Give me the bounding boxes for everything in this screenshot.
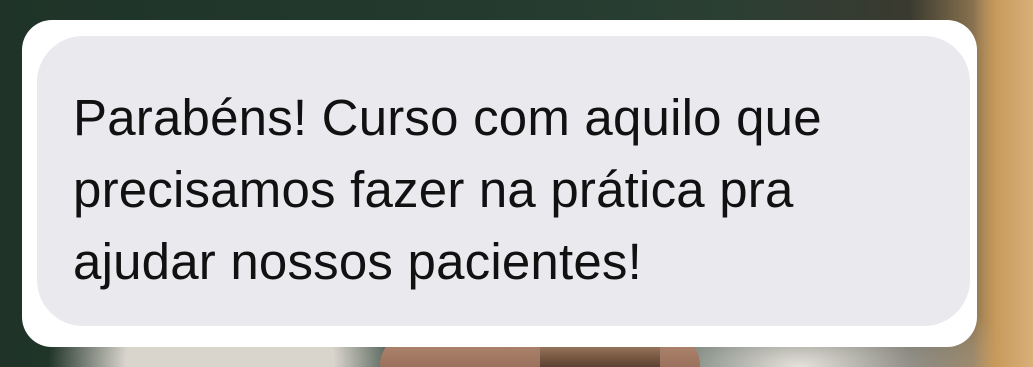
- background-wood-edge: [973, 0, 1033, 367]
- message-line: precisamos fazer na prática pra: [73, 161, 794, 218]
- message-bubble[interactable]: Parabéns! Curso com aquilo que precisamo…: [37, 36, 970, 326]
- message-line: ajudar nossos pacientes!: [73, 233, 642, 290]
- message-line: Parabéns! Curso com aquilo que: [73, 89, 822, 146]
- message-text: Parabéns! Curso com aquilo que precisamo…: [73, 82, 930, 298]
